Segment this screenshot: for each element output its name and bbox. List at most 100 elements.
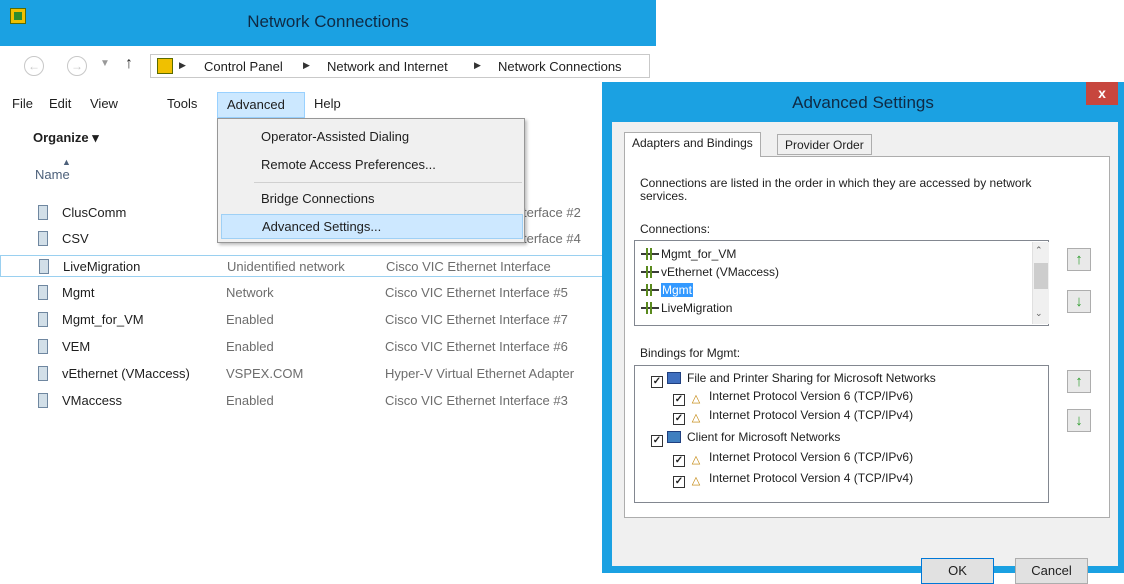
scroll-down-icon[interactable]: ⌄ [1035, 308, 1043, 319]
breadcrumb-separator-icon: ▶ [303, 60, 310, 70]
control-panel-icon [157, 58, 173, 74]
binding-item[interactable]: ✓ △ Internet Protocol Version 4 (TCP/IPv4) [673, 408, 913, 427]
close-button[interactable]: x [1086, 82, 1118, 105]
binding-label: Internet Protocol Version 4 (TCP/IPv4) [709, 471, 914, 485]
green-down-arrow-icon: ↓ [1075, 412, 1083, 429]
network-adapter-icon [38, 205, 48, 220]
address-bar[interactable]: ▶ Control Panel ▶ Network and Internet ▶… [150, 54, 650, 78]
move-down-button[interactable]: ↓ [1067, 290, 1091, 313]
connections-description: Connections are listed in the order in w… [640, 176, 1032, 203]
sort-ascending-icon: ▲ [62, 157, 71, 167]
connection-row[interactable]: vEthernet (VMaccess) VSPEX.COM Hyper-V V… [0, 363, 610, 385]
scroll-up-icon[interactable]: ⌃ [1035, 245, 1043, 256]
menu-item-advanced-settings[interactable]: Advanced Settings... [221, 214, 523, 239]
binding-move-down-button[interactable]: ↓ [1067, 409, 1091, 432]
scrollbar-thumb[interactable] [1034, 263, 1048, 289]
protocol-icon: △ [691, 454, 701, 466]
menu-edit[interactable]: Edit [49, 96, 71, 111]
ok-button[interactable]: OK [921, 558, 994, 584]
network-adapter-icon [38, 312, 48, 327]
connection-device: Cisco VIC Ethernet Interface #6 [385, 339, 568, 354]
binding-item[interactable]: ✓ △ Internet Protocol Version 4 (TCP/IPv4) [673, 471, 913, 490]
title-bar[interactable]: Network Connections [0, 0, 656, 46]
protocol-icon: △ [691, 393, 701, 405]
connection-name: Mgmt [62, 285, 95, 300]
tab-provider-order[interactable]: Provider Order [777, 134, 872, 155]
menu-item-remote-access-preferences[interactable]: Remote Access Preferences... [261, 157, 436, 172]
binding-label: Internet Protocol Version 6 (TCP/IPv6) [709, 389, 914, 403]
breadcrumb-network-connections[interactable]: Network Connections [498, 59, 622, 74]
connection-row-selected[interactable]: LiveMigration Unidentified network Cisco… [0, 255, 610, 277]
tab-adapters-and-bindings[interactable]: Adapters and Bindings [624, 132, 761, 157]
network-adapter-icon [38, 366, 48, 381]
list-item-selected[interactable]: Mgmt [641, 282, 693, 300]
connection-row[interactable]: Mgmt_for_VM Enabled Cisco VIC Ethernet I… [0, 309, 610, 331]
connection-row[interactable]: Mgmt Network Cisco VIC Ethernet Interfac… [0, 282, 610, 304]
connections-listbox[interactable]: Mgmt_for_VM vEthernet (VMaccess) Mgmt Li… [634, 240, 1049, 326]
menu-advanced-label: Advanced [227, 97, 285, 112]
network-adapter-icon [38, 231, 48, 246]
checkbox-checked[interactable]: ✓ [673, 394, 685, 406]
menu-item-bridge-connections[interactable]: Bridge Connections [261, 191, 374, 206]
connections-scrollbar[interactable]: ⌃ ⌄ [1032, 242, 1049, 324]
menu-item-advanced-settings-label: Advanced Settings... [262, 219, 382, 234]
checkbox-checked[interactable]: ✓ [673, 455, 685, 467]
binding-item[interactable]: ✓ File and Printer Sharing for Microsoft … [651, 370, 936, 389]
organize-button[interactable]: Organize ▾ [33, 130, 99, 146]
menu-help[interactable]: Help [314, 96, 341, 111]
menu-separator [254, 182, 522, 183]
column-header-name[interactable]: Name [35, 167, 70, 182]
checkbox-checked[interactable]: ✓ [651, 435, 663, 447]
connection-row[interactable]: VEM Enabled Cisco VIC Ethernet Interface… [0, 336, 610, 358]
connection-status: Enabled [226, 393, 274, 408]
back-arrow-icon[interactable]: ← [24, 56, 44, 76]
list-item-label: Mgmt [661, 283, 693, 297]
connection-name: ClusComm [62, 205, 127, 220]
navigation-bar: ← → ▼ ↑ ▶ Control Panel ▶ Network and In… [0, 46, 656, 86]
bindings-treeview[interactable]: ✓ File and Printer Sharing for Microsoft … [634, 365, 1049, 503]
menu-view[interactable]: View [90, 96, 118, 111]
list-item[interactable]: LiveMigration [641, 300, 732, 318]
recent-locations-chevron-icon[interactable]: ▼ [100, 58, 110, 69]
connection-device: Cisco VIC Ethernet Interface #3 [385, 393, 568, 408]
network-connection-icon [641, 248, 659, 260]
connection-status: Unidentified network [227, 259, 345, 274]
connection-name: vEthernet (VMaccess) [62, 366, 190, 381]
list-item-label: Mgmt_for_VM [661, 247, 737, 261]
checkbox-checked[interactable]: ✓ [651, 376, 663, 388]
connection-name: VEM [62, 339, 91, 354]
menu-file[interactable]: File [12, 96, 33, 111]
binding-item[interactable]: ✓ △ Internet Protocol Version 6 (TCP/IPv6) [673, 389, 913, 408]
protocol-icon: △ [691, 475, 701, 487]
checkbox-checked[interactable]: ✓ [673, 476, 685, 488]
breadcrumb-separator-icon: ▶ [474, 60, 481, 70]
move-up-button[interactable]: ↑ [1067, 248, 1091, 271]
list-item[interactable]: Mgmt_for_VM [641, 246, 736, 264]
connection-row[interactable]: VMaccess Enabled Cisco VIC Ethernet Inte… [0, 390, 610, 412]
breadcrumb-control-panel[interactable]: Control Panel [204, 59, 283, 74]
list-item[interactable]: vEthernet (VMaccess) [641, 264, 779, 282]
window-title: Network Connections [247, 12, 409, 31]
close-icon: x [1098, 85, 1106, 101]
client-icon [667, 431, 681, 443]
connection-status: VSPEX.COM [226, 366, 304, 381]
cancel-button[interactable]: Cancel [1015, 558, 1088, 584]
menu-tools[interactable]: Tools [167, 96, 197, 111]
dialog-title-bar[interactable]: Advanced Settings [602, 82, 1124, 122]
green-up-arrow-icon: ↑ [1075, 251, 1083, 268]
dialog-title: Advanced Settings [792, 93, 934, 112]
menu-advanced[interactable]: Advanced [217, 92, 305, 118]
binding-move-up-button[interactable]: ↑ [1067, 370, 1091, 393]
list-item-label: vEthernet (VMaccess) [661, 265, 780, 279]
forward-arrow-icon[interactable]: → [67, 56, 87, 76]
binding-label: Internet Protocol Version 4 (TCP/IPv4) [709, 408, 914, 422]
binding-item[interactable]: ✓ △ Internet Protocol Version 6 (TCP/IPv6) [673, 450, 913, 469]
advanced-settings-dialog: Advanced Settings x Adapters and Binding… [602, 82, 1124, 584]
share-icon [667, 372, 681, 384]
up-arrow-icon[interactable]: ↑ [125, 55, 133, 73]
checkbox-checked[interactable]: ✓ [673, 413, 685, 425]
binding-label: Internet Protocol Version 6 (TCP/IPv6) [709, 450, 914, 464]
menu-item-operator-assisted-dialing[interactable]: Operator-Assisted Dialing [261, 129, 409, 144]
binding-item[interactable]: ✓ Client for Microsoft Networks [651, 429, 840, 448]
breadcrumb-network-and-internet[interactable]: Network and Internet [327, 59, 448, 74]
